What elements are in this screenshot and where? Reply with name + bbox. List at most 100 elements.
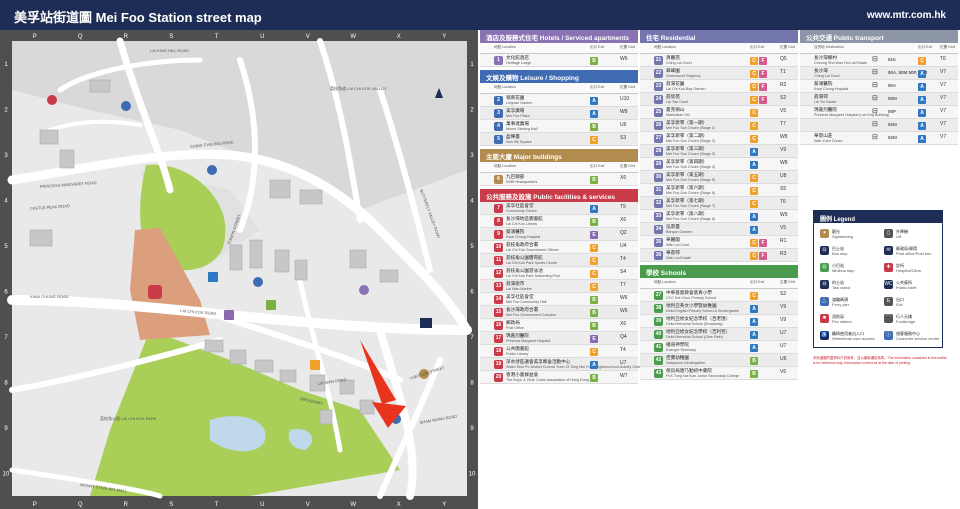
list-item[interactable]: 40 地利亞修女紀念學校（吉利徑） Delia Memorial School (G… — [640, 328, 798, 341]
list-item[interactable]: 12 荔枝角公園游泳池 Lai Chi Kok Park Swimming Pool… — [480, 267, 638, 280]
item-name-en: Gaiaprono Kindergarten — [666, 361, 706, 365]
exit-badge: A — [750, 317, 758, 326]
exit-badge: B — [590, 308, 598, 317]
list-item[interactable]: 18 公共圖書館 Public Library C T4 — [480, 345, 638, 358]
directory-column-3: 公共交通 Public transport 目的地 Destination 出口 E… — [800, 30, 958, 148]
list-item[interactable]: 39 地利亞修女紀念學校（百老匯） Delia Memorial School (B… — [640, 315, 798, 328]
grid-column-label: Y — [442, 34, 446, 40]
grid-ref: X6 — [620, 217, 627, 223]
exit-badge: C — [750, 173, 758, 182]
list-item[interactable]: 37 中華基督教會基真小學 CCC Kei Chun Primary School C… — [640, 289, 798, 302]
website-link[interactable]: www.mtr.com.hk — [867, 10, 946, 21]
item-name-en: Lai Wan Market — [506, 287, 532, 291]
list-item[interactable]: 22 翠峰園 Greenwood Regency C F T1 — [640, 67, 798, 80]
list-item[interactable]: 34 泓景臺 Banyan Garden A V5 — [640, 223, 798, 236]
exit-badge: A — [918, 82, 926, 91]
list-item[interactable]: 長沙灣鄉村 Cheung Sha Wan Hoi Lai Estate ⊟ 81K C T… — [800, 54, 958, 67]
list-item[interactable]: 32 美孚新邨（第七期） Mei Foo Sun Chuen (Stage 7) C T… — [640, 197, 798, 210]
grid-column-label: T — [215, 502, 219, 508]
grid-column-label: S — [169, 34, 173, 40]
grid-ref: T7 — [620, 282, 626, 288]
list-item[interactable]: 3 美孚廣場 Mei Foo Plaza A W8 — [480, 107, 638, 120]
list-item[interactable]: 29 美孚新邨（第四期） Mei Foo Sun Chuen (Stage 4) A W… — [640, 158, 798, 171]
list-item[interactable]: 36 華荔邨 Wah Lai Estate C F R3 — [640, 249, 798, 262]
grid-ref: V5 — [780, 108, 787, 114]
item-number: 30 — [654, 173, 663, 182]
list-item[interactable]: 19 深水埗區議會美孚鄰舍活動中心 Sham Shui Po District Co… — [480, 358, 643, 371]
item-name-en: Lai Chi Kok Park Swimming Pool — [506, 274, 560, 278]
list-item[interactable]: 13 荔灣街市 Lai Wan Market C T7 — [480, 280, 638, 293]
list-item[interactable]: 33 美孚新邨（第八期） Mei Foo Sun Chuen (Stage 8) A W… — [640, 210, 798, 223]
item-number: 17 — [494, 334, 503, 343]
grid-column-label: W — [350, 502, 356, 508]
legend-label-en: Bus stop — [832, 251, 848, 256]
list-item[interactable]: 38 地利亞英文小學暨幼稚園 Delia English Primary Schoo… — [640, 302, 798, 315]
grid-ref: R3 — [780, 251, 787, 257]
list-item[interactable]: 43 保良局唐乃勤初中書院 PLK Tong Nai Kan Junior Seco… — [640, 367, 798, 380]
item-number: 25 — [654, 108, 663, 117]
footbridge-icon: ⌒ — [884, 314, 893, 323]
list-item[interactable]: 26 美孚新邨（第一期） Mei Foo Sun Chuen (Stage 1) C T… — [640, 119, 798, 132]
list-item[interactable]: 41 播道神學院 Evangel Seminary A U7 — [640, 341, 798, 354]
list-item[interactable]: 荔灣邨 Lai Yiu Estate ⊟ 90M A V7 — [800, 93, 958, 106]
list-item[interactable]: 5 盈暉臺 Noh Hill Square C S3 — [480, 133, 638, 146]
list-item[interactable]: 42 佳寶幼稚園 Gaiaprono Kindergarten B U6 — [640, 354, 798, 367]
item-name-en: Heritage Lodge — [506, 61, 532, 65]
list-item[interactable]: 30 美孚新邨（第五期） Mei Foo Sun Chuen (Stage 5) C U… — [640, 171, 798, 184]
list-item[interactable]: 6 九巴總部 KMB Headquarters B X6 — [480, 173, 638, 186]
list-item[interactable]: 25 曼克頓山 Manhattan Hill C V5 — [640, 106, 798, 119]
list-item[interactable]: 11 荔枝角公園體育館 Lai Chi Kok Park Sports Centre… — [480, 254, 638, 267]
map-canvas[interactable]: LAI KING HILL ROAD 荔枝角道 LAI CHI KOK VALLE… — [0, 30, 478, 509]
item-number: 21 — [654, 56, 663, 65]
list-item[interactable]: 14 美孚社區會堂 Mei Foo Community Hall B W6 — [480, 293, 638, 306]
street-map[interactable]: LAI KING HILL ROAD 荔枝角道 LAI CHI KOK VALLE… — [0, 30, 478, 509]
item-number: 6 — [494, 175, 503, 184]
item-number: 7 — [494, 204, 503, 213]
legend-label-en: Exit — [896, 302, 903, 307]
taxi-icon: ⊟ — [820, 280, 829, 289]
list-item[interactable]: 8 長沙灣地區圖書館 Lai Chi Kok Library B X6 — [480, 215, 638, 228]
exit-badge: A — [750, 160, 758, 169]
list-item[interactable]: 31 美孚新邨（第六期） Mei Foo Sun Chuen (Stage 6) C S… — [640, 184, 798, 197]
list-item[interactable]: 10 荔枝角政府合署 Lai Chi Kok Government Offices C… — [480, 241, 638, 254]
grid-ref: S5 — [780, 186, 787, 192]
exit-badge: B — [750, 356, 758, 365]
item-name-en: Greenwood Regency — [666, 74, 701, 78]
item-name-en: CCC Kei Chun Primary School — [666, 296, 717, 300]
section-title: 文娛及購物 Leisure / Shopping — [480, 70, 638, 83]
list-item[interactable]: 4 萬事達廣場 Mount Sterling Mall B U6 — [480, 120, 638, 133]
list-item[interactable]: 2 嶺南花園 Lingnan Garden A U10 — [480, 94, 638, 107]
grid-column-label: V — [306, 34, 310, 40]
list-item[interactable]: 21 清麗苑 Ching Lai Court C F Q5 — [640, 54, 798, 67]
list-item[interactable]: 華景山莊 Wah Yuen Chuen ⊟ 92M A V7 — [800, 132, 958, 145]
list-item[interactable]: 17 瑪嘉烈醫院 Princess Margaret Hospital E Q4 — [480, 332, 638, 345]
list-item[interactable]: 27 美孚新邨（第二期） Mei Foo Sun Chuen (Stage 2) C W… — [640, 132, 798, 145]
list-item[interactable]: 23 荔灣花園 Lai Chi Kok Bay Garden C F R2 — [640, 80, 798, 93]
exit-badge: C — [918, 56, 926, 65]
grid-ref: W8 — [780, 134, 788, 140]
list-item[interactable]: 16 郵政局 Post Office B X6 — [480, 319, 638, 332]
list-item[interactable]: 35 華麗閣 Wah Lai Court C F R1 — [640, 236, 798, 249]
list-item[interactable]: 24 荔欣苑 Lai Yan Court C F S2 — [640, 93, 798, 106]
list-item[interactable]: 15 長沙灣政府合署 Mei Foo Government Complex B W6 — [480, 306, 638, 319]
item-number: 31 — [654, 186, 663, 195]
grid-ref: V9 — [780, 304, 787, 310]
list-item[interactable]: 葵涌醫院 Kwai Chung Hospital ⊟ 90A A V7 — [800, 80, 958, 93]
item-number: 10 — [494, 243, 503, 252]
list-item[interactable]: 瑪嘉烈醫院 Princess Margaret Hospital (Lai Kin… — [800, 106, 958, 119]
list-item[interactable]: 1 文化館酒店 Heritage Lodge B W6 — [480, 54, 638, 67]
grid-ref: X6 — [620, 175, 627, 181]
grid-ref: V7 — [940, 82, 947, 88]
list-item[interactable]: 7 美孚社區會堂 Community Centre A T9 — [480, 202, 638, 215]
list-item[interactable]: 9 葵涌醫院 Kwai Chung Hospital E Q2 — [480, 228, 638, 241]
grid-column-label: R — [124, 34, 129, 40]
list-item[interactable]: ⊟ 92M A V7 — [800, 119, 958, 132]
list-item[interactable]: 長沙灣 Ching Lai Court ⊟ 90A, 90M 90P, 92M A V7 — [800, 67, 958, 80]
item-number: 43 — [654, 369, 663, 378]
col-location: 地點 Location — [654, 280, 676, 284]
list-item[interactable]: 20 香港小童群益會 The Boys' & Girls' Clubs Associ… — [480, 371, 638, 384]
exit-badge: C — [750, 108, 758, 117]
item-number: 1 — [494, 56, 503, 65]
list-item[interactable]: 28 美孚新邨（第三期） Mei Foo Sun Chuen (Stage 3) A V… — [640, 145, 798, 158]
bus-icon: ⊟ — [872, 134, 878, 141]
